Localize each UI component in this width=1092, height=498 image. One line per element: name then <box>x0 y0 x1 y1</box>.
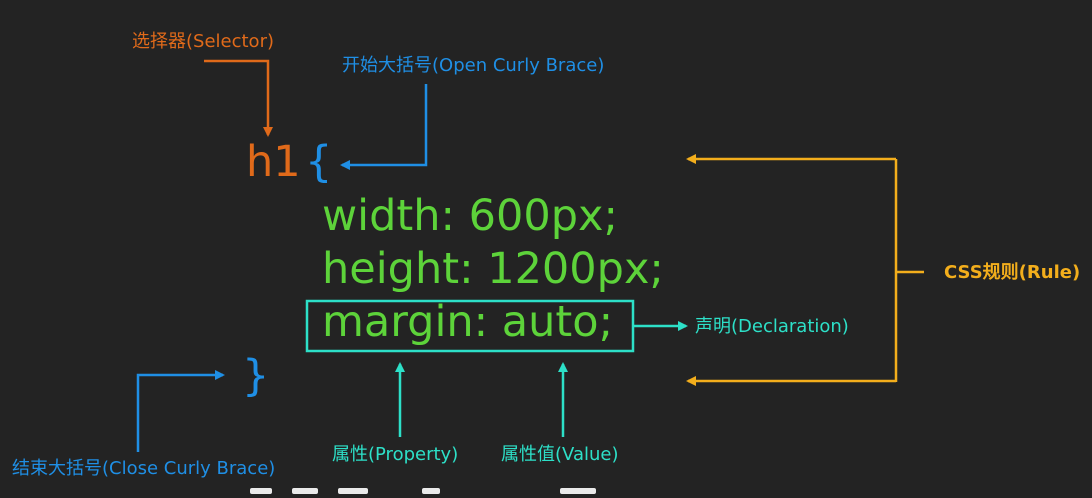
selector-arrow <box>204 59 273 137</box>
open-brace-arrow <box>340 84 428 170</box>
connector-lines <box>136 59 924 452</box>
declaration-box <box>305 299 635 353</box>
cropped-bottom-text <box>250 488 650 498</box>
close-brace-arrow <box>136 370 225 452</box>
